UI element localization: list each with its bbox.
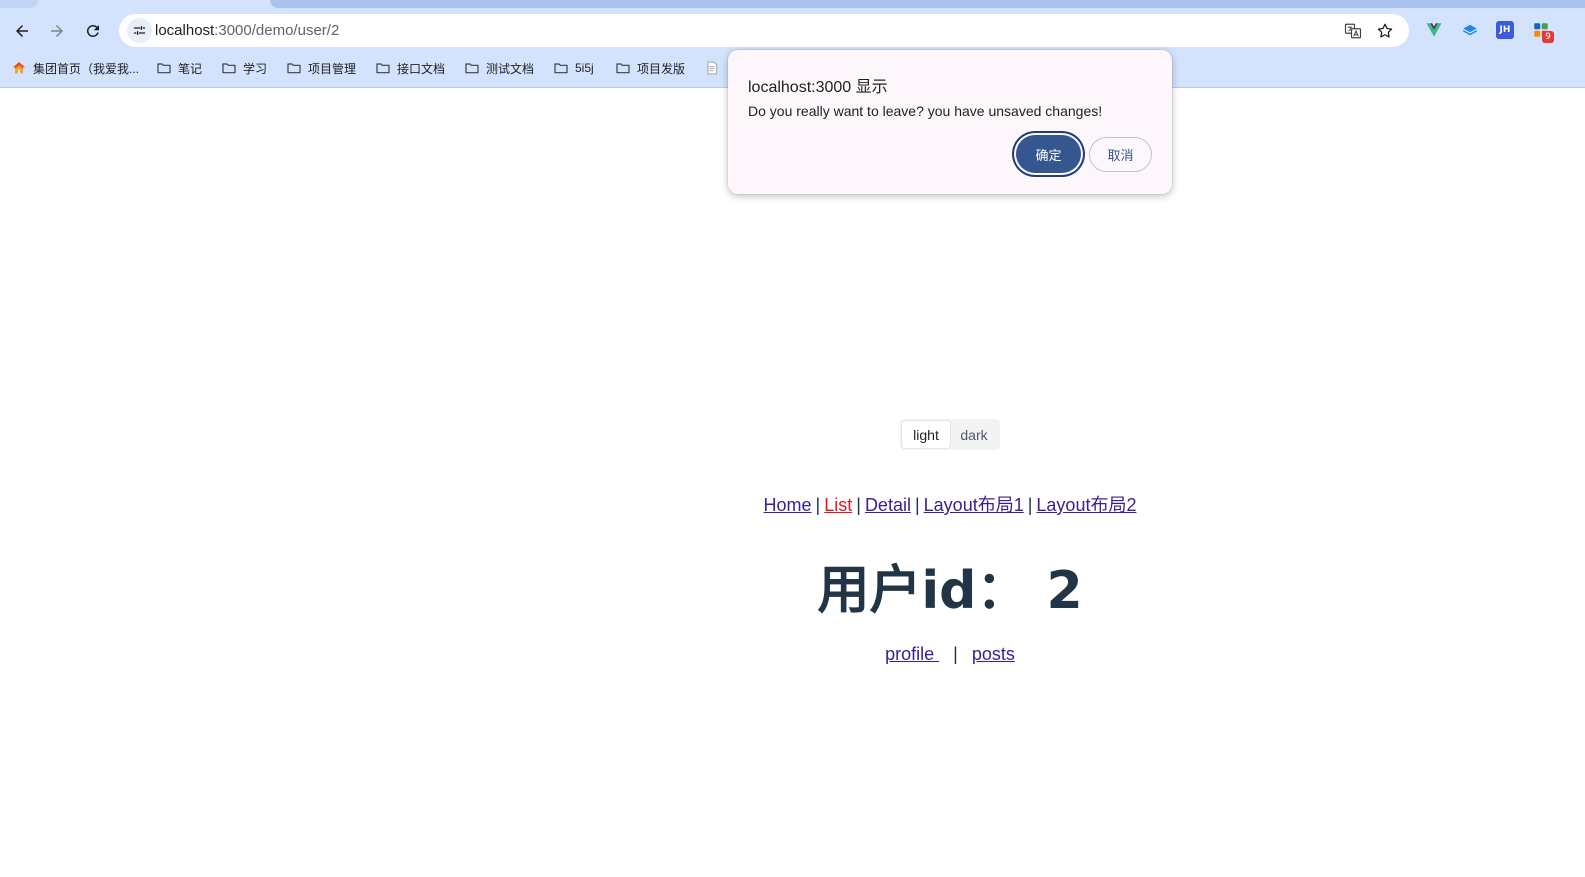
bookmark-label: 测试文档 [486, 61, 535, 76]
bookmark-folder-5i5j[interactable]: 5i5j [553, 56, 594, 80]
bookmark-folder-release[interactable]: 项目发版 [615, 56, 685, 80]
star-icon [1377, 23, 1393, 38]
bookmark-label: 项目管理 [308, 61, 357, 76]
extension-badge: 9 [1542, 31, 1554, 43]
bookmark-folder-api-docs[interactable]: 接口文档 [375, 56, 445, 80]
sub-nav-link-profile[interactable]: profile [885, 644, 939, 664]
dialog-message: Do you really want to leave? you have un… [748, 103, 1103, 119]
bookmark-label: 学习 [243, 61, 268, 76]
arrow-right-icon [51, 25, 63, 37]
bookmark-folder-project-management[interactable]: 项目管理 [286, 56, 356, 80]
back-button[interactable] [9, 18, 35, 44]
layers-extension[interactable] [1460, 20, 1480, 40]
folder-icon [554, 63, 568, 74]
arrow-left-icon [16, 25, 28, 37]
folder-icon [157, 63, 171, 74]
nav-link-detail[interactable]: Detail [865, 495, 911, 515]
reload-button[interactable] [80, 18, 106, 44]
bookmark-star-button[interactable] [1374, 20, 1396, 42]
forward-button[interactable] [44, 18, 70, 44]
document-icon [707, 61, 718, 75]
tab-strip [0, 0, 1585, 8]
bookmark-label: 5i5j [575, 61, 594, 75]
nav-link-layout1[interactable]: Layout布局1 [924, 495, 1024, 515]
theme-light-option[interactable]: light [902, 421, 950, 448]
theme-dark-option[interactable]: dark [950, 421, 998, 448]
bookmark-folder-study[interactable]: 学习 [221, 56, 267, 80]
nav-separator: | [914, 495, 920, 515]
sub-nav-separator: | [953, 644, 958, 664]
bookmark-folder-notes[interactable]: 笔记 [156, 56, 202, 80]
bookmark-group-home[interactable]: 集团首页（我爱我... [11, 56, 139, 80]
site-info-button[interactable] [127, 18, 152, 43]
tune-icon [133, 26, 146, 35]
folder-icon [465, 63, 479, 74]
bookmark-label: 笔记 [178, 61, 203, 76]
house-icon [13, 62, 25, 74]
bookmark-label: 集团首页（我爱我... [33, 61, 140, 76]
nav-separator: | [856, 495, 861, 515]
sub-nav-link-posts[interactable]: posts [972, 644, 1015, 664]
main-nav: Home | List | Detail | Layout布局1 | Layout布局2 [0, 491, 1585, 517]
confirm-dialog: localhost:3000 显示 Do you really want to … [728, 50, 1172, 194]
sub-nav: profile | posts [0, 644, 1585, 665]
nav-link-list[interactable]: List [824, 495, 852, 515]
cancel-button[interactable]: 取消 [1089, 137, 1152, 172]
reload-icon [86, 24, 99, 37]
layers-icon [1462, 24, 1478, 36]
jh-extension-icon[interactable]: JH [1496, 21, 1514, 39]
page-title: 用户id： 2 [817, 561, 1083, 621]
url-text[interactable]: localhost:3000/demo/user/2 [155, 22, 339, 39]
bookmark-label: 项目发版 [637, 61, 686, 76]
address-bar[interactable]: localhost:3000/demo/user/2 [119, 14, 1409, 47]
tab-left[interactable] [0, 0, 38, 8]
folder-icon [222, 63, 236, 74]
vue-icon [1426, 23, 1442, 37]
bookmark-page-partial[interactable] [704, 56, 720, 80]
bookmark-folder-test-docs[interactable]: 测试文档 [464, 56, 534, 80]
dialog-title: localhost:3000 显示 [748, 79, 888, 96]
nav-separator: | [1027, 495, 1033, 515]
confirm-button[interactable]: 确定 [1016, 135, 1081, 173]
nav-link-home[interactable]: Home [764, 495, 812, 515]
nav-separator: | [815, 495, 821, 515]
folder-icon [287, 63, 301, 74]
folder-icon [616, 63, 630, 74]
translate-icon [1344, 23, 1362, 39]
theme-switch: light dark [900, 419, 1000, 450]
translate-button[interactable] [1342, 20, 1364, 42]
url-host: localhost [155, 22, 215, 39]
tab-strip-background [270, 0, 1585, 8]
folder-icon [376, 63, 390, 74]
bookmark-label: 接口文档 [397, 61, 446, 76]
vue-devtools-extension[interactable] [1424, 20, 1444, 40]
nav-link-layout2[interactable]: Layout布局2 [1036, 495, 1136, 515]
url-path: :3000/demo/user/2 [214, 22, 340, 39]
